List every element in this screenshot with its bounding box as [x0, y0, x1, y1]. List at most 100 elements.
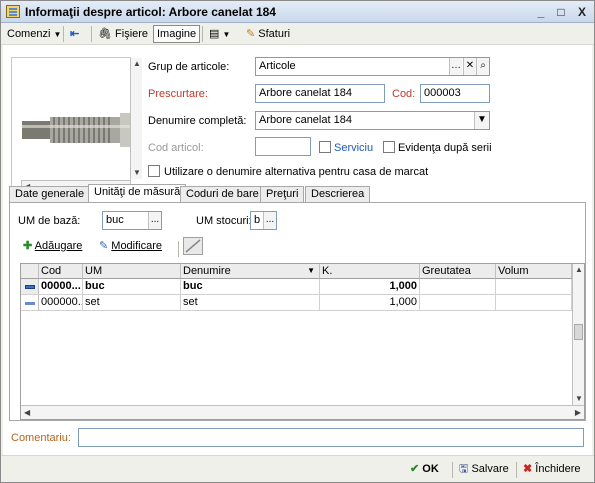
bottom-bar: ✔ OK 🖫 Salvare ✖ Închidere	[1, 455, 594, 482]
serviciu-label: Serviciu	[334, 142, 374, 154]
prescurtare-input[interactable]: Arbore canelat 184	[255, 84, 385, 103]
main-panel: ◀ ▶ ▲ ▼ Grup de articole: Articole … ✕ ⌕…	[3, 45, 592, 455]
tab-date-generale[interactable]: Date generale	[9, 186, 91, 202]
cod-input[interactable]: 000003	[420, 84, 490, 103]
close-window-button[interactable]: X	[574, 5, 590, 19]
save-icon: 🖫	[459, 463, 469, 475]
salvare-button[interactable]: 🖫 Salvare	[456, 460, 512, 478]
um-stocuri-browse-button[interactable]: ...	[263, 212, 276, 229]
minimize-button[interactable]: _	[533, 5, 549, 19]
denumire-value: Arbore canelat 184	[259, 114, 352, 126]
document-icon: ▤	[209, 28, 220, 40]
fisiere-label: Fişiere	[115, 28, 149, 40]
column-header[interactable]: Volum	[496, 264, 572, 279]
table-cell[interactable]	[420, 295, 496, 311]
table-cell[interactable]: 1,000	[320, 295, 420, 311]
table-cell[interactable]	[420, 279, 496, 295]
imagine-button[interactable]: Imagine	[153, 25, 201, 43]
tab-content-um: UM de bază: buc ... UM stocuri: b ... ✚ …	[9, 202, 586, 421]
maximize-button[interactable]: □	[553, 5, 569, 19]
clear-icon[interactable]: ✕	[463, 58, 476, 75]
table-cell[interactable]	[496, 279, 572, 295]
table-vertical-scrollbar[interactable]: ▲ ▼	[572, 264, 584, 405]
scroll-down-icon[interactable]: ▼	[575, 394, 583, 403]
column-header[interactable]: UM	[83, 264, 181, 279]
search-icon[interactable]: ⌕	[476, 58, 489, 75]
modificare-button[interactable]: ✎ Modificare	[96, 237, 165, 255]
sfaturi-label: Sfaturi	[258, 28, 291, 40]
grup-field[interactable]: Articole … ✕ ⌕	[255, 57, 490, 76]
table-cell[interactable]: buc	[83, 279, 181, 295]
cod-articol-input[interactable]	[255, 137, 311, 156]
modificare-label: Modificare	[111, 240, 163, 252]
tab-descrierea[interactable]: Descrierea	[305, 186, 371, 202]
current-row-icon	[25, 285, 35, 289]
document-menu-button[interactable]: ▤ ▼	[206, 25, 233, 43]
dropdown-arrow-icon: ▼	[222, 30, 231, 39]
table-cell[interactable]: 1,000	[320, 279, 420, 295]
row-header-corner	[21, 264, 39, 279]
image-vertical-scrollbar[interactable]: ▲ ▼	[130, 58, 142, 179]
tab-preturi[interactable]: Preţuri	[260, 186, 305, 202]
adaugare-button[interactable]: ✚ Adăugare	[20, 237, 85, 255]
column-header[interactable]: Denumire ▼	[181, 264, 320, 279]
column-header[interactable]: Cod	[39, 264, 83, 279]
grup-browse-button[interactable]: …	[449, 58, 462, 75]
um-table: Cod UM Denumire ▼ K. Greutatea Volum 000…	[20, 263, 585, 420]
scroll-up-icon[interactable]: ▲	[133, 59, 141, 68]
scroll-right-icon[interactable]: ▶	[575, 408, 581, 417]
table-cell[interactable]: set	[83, 295, 181, 311]
um-baza-value: buc	[106, 214, 124, 226]
inchidere-label: Închidere	[535, 463, 581, 475]
scroll-down-icon[interactable]: ▼	[133, 168, 141, 177]
ok-button[interactable]: ✔ OK	[407, 460, 442, 478]
alternativa-checkbox[interactable]	[148, 165, 160, 177]
cod-articol-label: Cod articol:	[148, 142, 204, 154]
scroll-thumb[interactable]	[574, 324, 583, 340]
tab-unitati-masura[interactable]: Unităţi de măsură	[88, 184, 187, 203]
column-header-label: Denumire	[183, 265, 231, 277]
alternativa-label: Utilizare o denumire alternativa pentru …	[164, 166, 429, 178]
inchidere-button[interactable]: ✖ Închidere	[520, 460, 584, 478]
chevron-down-icon[interactable]: ▼	[474, 112, 489, 129]
scroll-up-icon[interactable]: ▲	[575, 265, 583, 274]
um-baza-label: UM de bază:	[18, 215, 81, 227]
denumire-select[interactable]: Arbore canelat 184 ▼	[255, 111, 490, 130]
denumire-label: Denumire completă:	[148, 115, 247, 127]
grup-value: Articole	[259, 60, 296, 72]
fisiere-button[interactable]: 🖇 Fişiere	[95, 25, 151, 43]
um-baza-browse-button[interactable]: ...	[148, 212, 161, 229]
article-info-window: Informaţii despre articol: Arbore canela…	[0, 0, 595, 483]
evidenta-checkbox[interactable]	[383, 141, 395, 153]
row-indicator[interactable]	[21, 279, 39, 295]
toolbar-separator	[63, 26, 64, 42]
table-cell[interactable]: 000000...	[39, 295, 83, 311]
tab-coduri-bare[interactable]: Coduri de bare	[180, 186, 265, 202]
comentariu-input[interactable]	[78, 428, 584, 447]
comenzi-label: Comenzi	[7, 28, 51, 40]
column-header[interactable]: Greutatea	[420, 264, 496, 279]
sfaturi-button[interactable]: ✎ Sfaturi	[243, 25, 293, 43]
back-arrow-icon[interactable]: ⇤	[67, 25, 82, 43]
um-stocuri-field[interactable]: b ...	[250, 211, 277, 230]
dropdown-arrow-icon: ▼	[53, 30, 62, 39]
toolbar-separator	[516, 462, 517, 478]
disabled-tool-icon[interactable]	[183, 237, 203, 255]
um-baza-field[interactable]: buc ...	[102, 211, 162, 230]
table-cell[interactable]: buc	[181, 279, 320, 295]
window-title: Informaţii despre articol: Arbore canela…	[25, 5, 276, 19]
table-cell[interactable]	[496, 295, 572, 311]
serviciu-checkbox[interactable]	[319, 141, 331, 153]
ok-label: OK	[422, 463, 439, 475]
column-header[interactable]: K.	[320, 264, 420, 279]
toolbar-separator	[452, 462, 453, 478]
comenzi-menu[interactable]: Comenzi ▼	[4, 25, 64, 43]
window-app-icon	[6, 5, 20, 18]
filter-arrow-icon[interactable]: ▼	[307, 264, 315, 278]
scroll-left-icon[interactable]: ◀	[24, 408, 30, 417]
table-horizontal-scrollbar[interactable]: ◀ ▶	[21, 405, 584, 419]
table-cell[interactable]: 00000...	[39, 279, 83, 295]
row-indicator[interactable]	[21, 295, 39, 311]
evidenta-label: Evidenţa după serii	[398, 142, 492, 154]
table-cell[interactable]: set	[181, 295, 320, 311]
